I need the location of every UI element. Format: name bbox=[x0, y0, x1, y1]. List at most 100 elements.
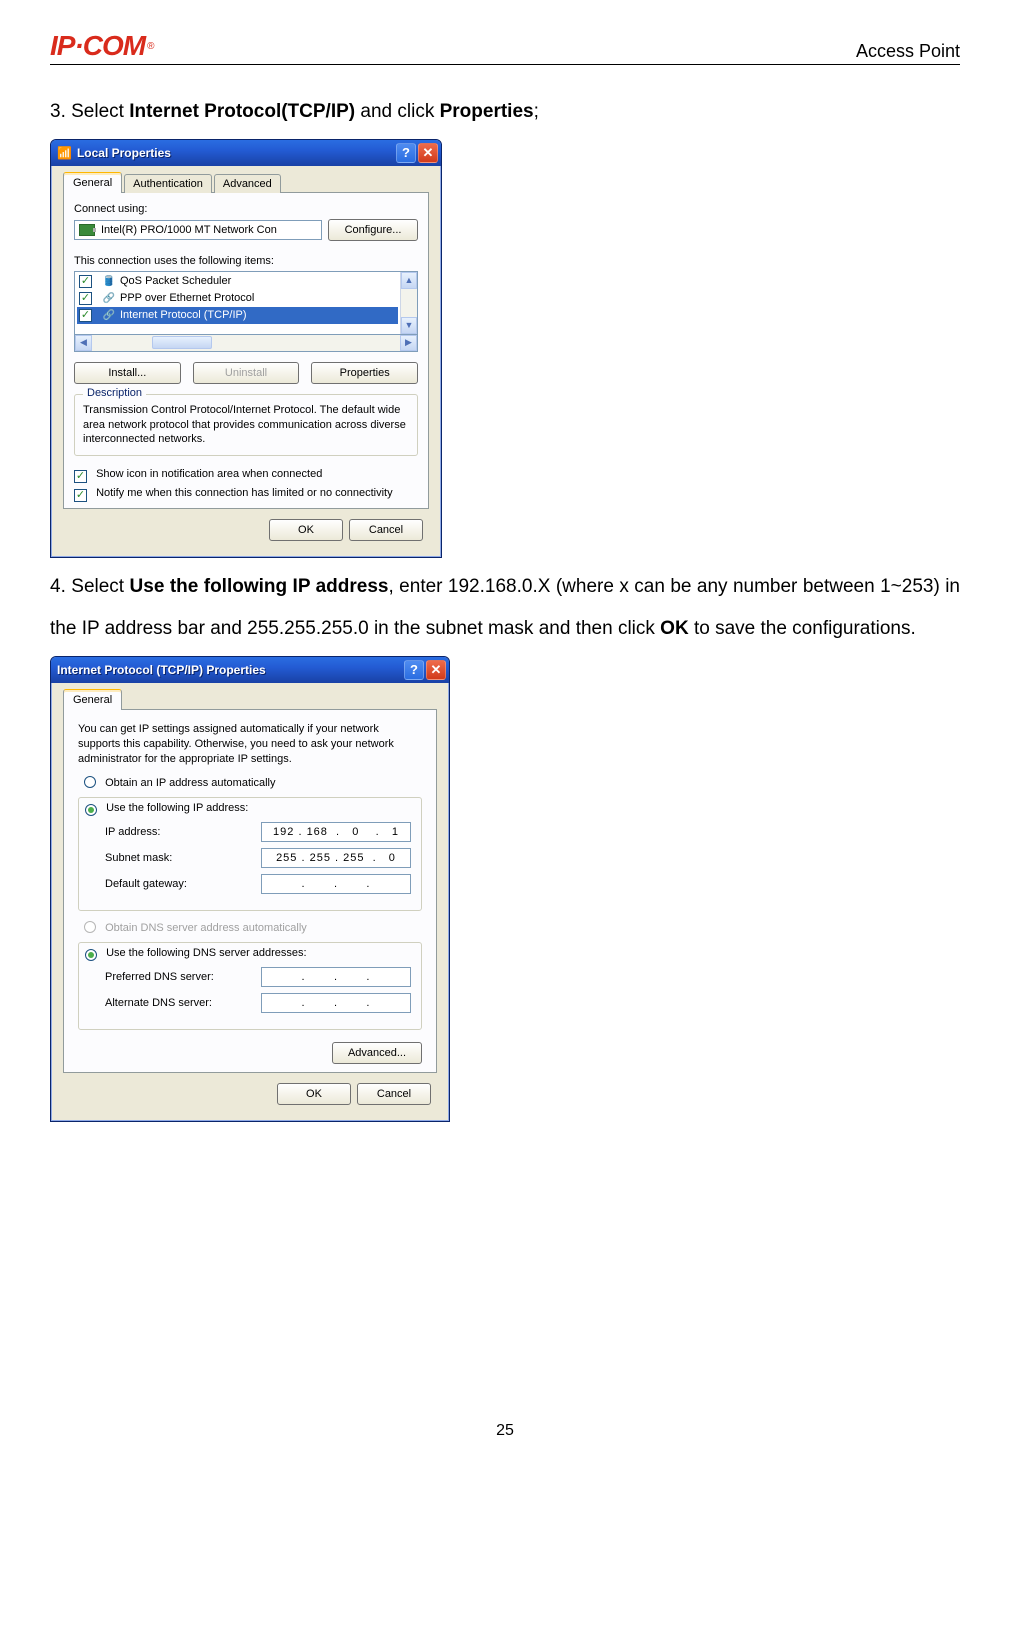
text: and click bbox=[355, 101, 439, 122]
subnet-label: Subnet mask: bbox=[89, 852, 261, 864]
description-group: Description Transmission Control Protoco… bbox=[74, 394, 418, 457]
title-text: Local Properties bbox=[77, 146, 394, 160]
item-qos[interactable]: ✓ 🛢️ QoS Packet Scheduler bbox=[77, 273, 398, 290]
notify-row[interactable]: ✓ Notify me when this connection has lim… bbox=[74, 487, 418, 502]
intro-text: You can get IP settings assigned automat… bbox=[78, 722, 422, 767]
adapter-field: Intel(R) PRO/1000 MT Network Con bbox=[74, 220, 322, 240]
use-dns-radio[interactable]: Use the following DNS server addresses: bbox=[85, 947, 411, 961]
logo: IP·COM ® bbox=[50, 30, 154, 62]
h-scroll-thumb[interactable] bbox=[152, 336, 212, 349]
checkbox-icon[interactable]: ✓ bbox=[79, 292, 92, 305]
bold: Use the following IP address bbox=[130, 576, 389, 597]
items-listbox[interactable]: ✓ 🛢️ QoS Packet Scheduler ✓ 🔗 PPP over E… bbox=[74, 271, 418, 335]
nic-icon bbox=[79, 224, 95, 236]
pref-dns-label: Preferred DNS server: bbox=[89, 971, 261, 983]
bold: Internet Protocol(TCP/IP) bbox=[129, 101, 355, 122]
window-icon: 📶 bbox=[57, 146, 72, 160]
checkbox-icon[interactable]: ✓ bbox=[79, 275, 92, 288]
configure-button[interactable]: Configure... bbox=[328, 219, 418, 241]
help-button[interactable]: ? bbox=[404, 660, 424, 680]
scroll-track[interactable] bbox=[401, 289, 417, 317]
description-text: Transmission Control Protocol/Internet P… bbox=[83, 403, 409, 448]
component-icon: 🔗 bbox=[102, 293, 116, 304]
cancel-button[interactable]: Cancel bbox=[349, 519, 423, 541]
use-dns-label: Use the following DNS server addresses: bbox=[106, 947, 307, 959]
item-tcpip[interactable]: ✓ 🔗 Internet Protocol (TCP/IP) bbox=[77, 307, 398, 324]
adapter-name: Intel(R) PRO/1000 MT Network Con bbox=[101, 224, 277, 236]
scroll-down-icon[interactable]: ▼ bbox=[401, 317, 417, 334]
item-label: Internet Protocol (TCP/IP) bbox=[120, 309, 247, 321]
tab-general[interactable]: General bbox=[63, 172, 122, 193]
install-button[interactable]: Install... bbox=[74, 362, 181, 384]
radio-icon[interactable] bbox=[85, 804, 97, 816]
advanced-button[interactable]: Advanced... bbox=[332, 1042, 422, 1064]
text: ; bbox=[534, 101, 539, 122]
checkbox-icon[interactable]: ✓ bbox=[74, 470, 87, 483]
use-ip-radio[interactable]: Use the following IP address: bbox=[85, 802, 411, 816]
close-button[interactable]: ✕ bbox=[426, 660, 446, 680]
subnet-input[interactable] bbox=[261, 848, 411, 868]
gateway-input[interactable] bbox=[261, 874, 411, 894]
local-properties-window: 📶 Local Properties ? ✕ General Authentic… bbox=[50, 139, 442, 559]
connect-using-label: Connect using: bbox=[74, 203, 418, 215]
registered-mark: ® bbox=[147, 41, 154, 52]
help-button[interactable]: ? bbox=[396, 143, 416, 163]
bold: OK bbox=[660, 618, 689, 639]
radio-icon bbox=[84, 921, 96, 933]
h-scrollbar[interactable]: ◀ ▶ bbox=[74, 335, 418, 352]
checkbox-icon[interactable]: ✓ bbox=[79, 309, 92, 322]
titlebar[interactable]: 📶 Local Properties ? ✕ bbox=[51, 140, 441, 166]
properties-button[interactable]: Properties bbox=[311, 362, 418, 384]
scroll-up-icon[interactable]: ▲ bbox=[401, 272, 417, 289]
ok-button[interactable]: OK bbox=[269, 519, 343, 541]
logo-text: IP·COM bbox=[50, 30, 145, 62]
checkbox-icon[interactable]: ✓ bbox=[74, 489, 87, 502]
group-title: Description bbox=[83, 387, 146, 399]
close-button[interactable]: ✕ bbox=[418, 143, 438, 163]
cancel-button[interactable]: Cancel bbox=[357, 1083, 431, 1105]
header-title: Access Point bbox=[856, 41, 960, 62]
tab-authentication[interactable]: Authentication bbox=[124, 174, 212, 193]
pref-dns-input[interactable] bbox=[261, 967, 411, 987]
tcpip-properties-window: Internet Protocol (TCP/IP) Properties ? … bbox=[50, 656, 450, 1123]
obtain-ip-radio[interactable]: Obtain an IP address automatically bbox=[84, 776, 422, 789]
dns-group: Use the following DNS server addresses: … bbox=[78, 942, 422, 1030]
radio-icon[interactable] bbox=[85, 949, 97, 961]
uses-label: This connection uses the following items… bbox=[74, 255, 418, 267]
show-icon-label: Show icon in notification area when conn… bbox=[96, 468, 322, 480]
component-icon: 🛢️ bbox=[102, 276, 116, 287]
item-label: QoS Packet Scheduler bbox=[120, 275, 231, 287]
item-ppp[interactable]: ✓ 🔗 PPP over Ethernet Protocol bbox=[77, 290, 398, 307]
step3-text: 3. Select Internet Protocol(TCP/IP) and … bbox=[50, 91, 960, 133]
ip-group: Use the following IP address: IP address… bbox=[78, 797, 422, 911]
alt-dns-input[interactable] bbox=[261, 993, 411, 1013]
page-header: IP·COM ® Access Point bbox=[50, 30, 960, 65]
tab-general[interactable]: General bbox=[63, 689, 122, 710]
radio-icon[interactable] bbox=[84, 776, 96, 788]
uninstall-button: Uninstall bbox=[193, 362, 300, 384]
page-number: 25 bbox=[50, 1422, 960, 1440]
notify-label: Notify me when this connection has limit… bbox=[96, 487, 393, 499]
h-scroll-track[interactable] bbox=[92, 335, 400, 351]
obtain-ip-label: Obtain an IP address automatically bbox=[105, 777, 275, 789]
tab-advanced[interactable]: Advanced bbox=[214, 174, 281, 193]
text: 3. Select bbox=[50, 101, 129, 122]
obtain-dns-label: Obtain DNS server address automatically bbox=[105, 922, 307, 934]
scrollbar[interactable]: ▲ ▼ bbox=[400, 272, 417, 334]
scroll-right-icon[interactable]: ▶ bbox=[400, 335, 417, 351]
titlebar[interactable]: Internet Protocol (TCP/IP) Properties ? … bbox=[51, 657, 449, 683]
ok-button[interactable]: OK bbox=[277, 1083, 351, 1105]
text: 4. Select bbox=[50, 576, 130, 597]
component-icon: 🔗 bbox=[102, 310, 116, 321]
ip-label: IP address: bbox=[89, 826, 261, 838]
step4-text: 4. Select Use the following IP address, … bbox=[50, 566, 960, 650]
use-ip-label: Use the following IP address: bbox=[106, 802, 248, 814]
obtain-dns-radio: Obtain DNS server address automatically bbox=[84, 921, 422, 934]
title-text: Internet Protocol (TCP/IP) Properties bbox=[57, 663, 402, 677]
tabs: General Authentication Advanced bbox=[63, 174, 429, 193]
show-icon-row[interactable]: ✓ Show icon in notification area when co… bbox=[74, 468, 418, 483]
ip-input[interactable] bbox=[261, 822, 411, 842]
scroll-left-icon[interactable]: ◀ bbox=[75, 335, 92, 351]
text: to save the configurations. bbox=[689, 618, 916, 639]
panel-general: Connect using: Intel(R) PRO/1000 MT Netw… bbox=[63, 192, 429, 510]
